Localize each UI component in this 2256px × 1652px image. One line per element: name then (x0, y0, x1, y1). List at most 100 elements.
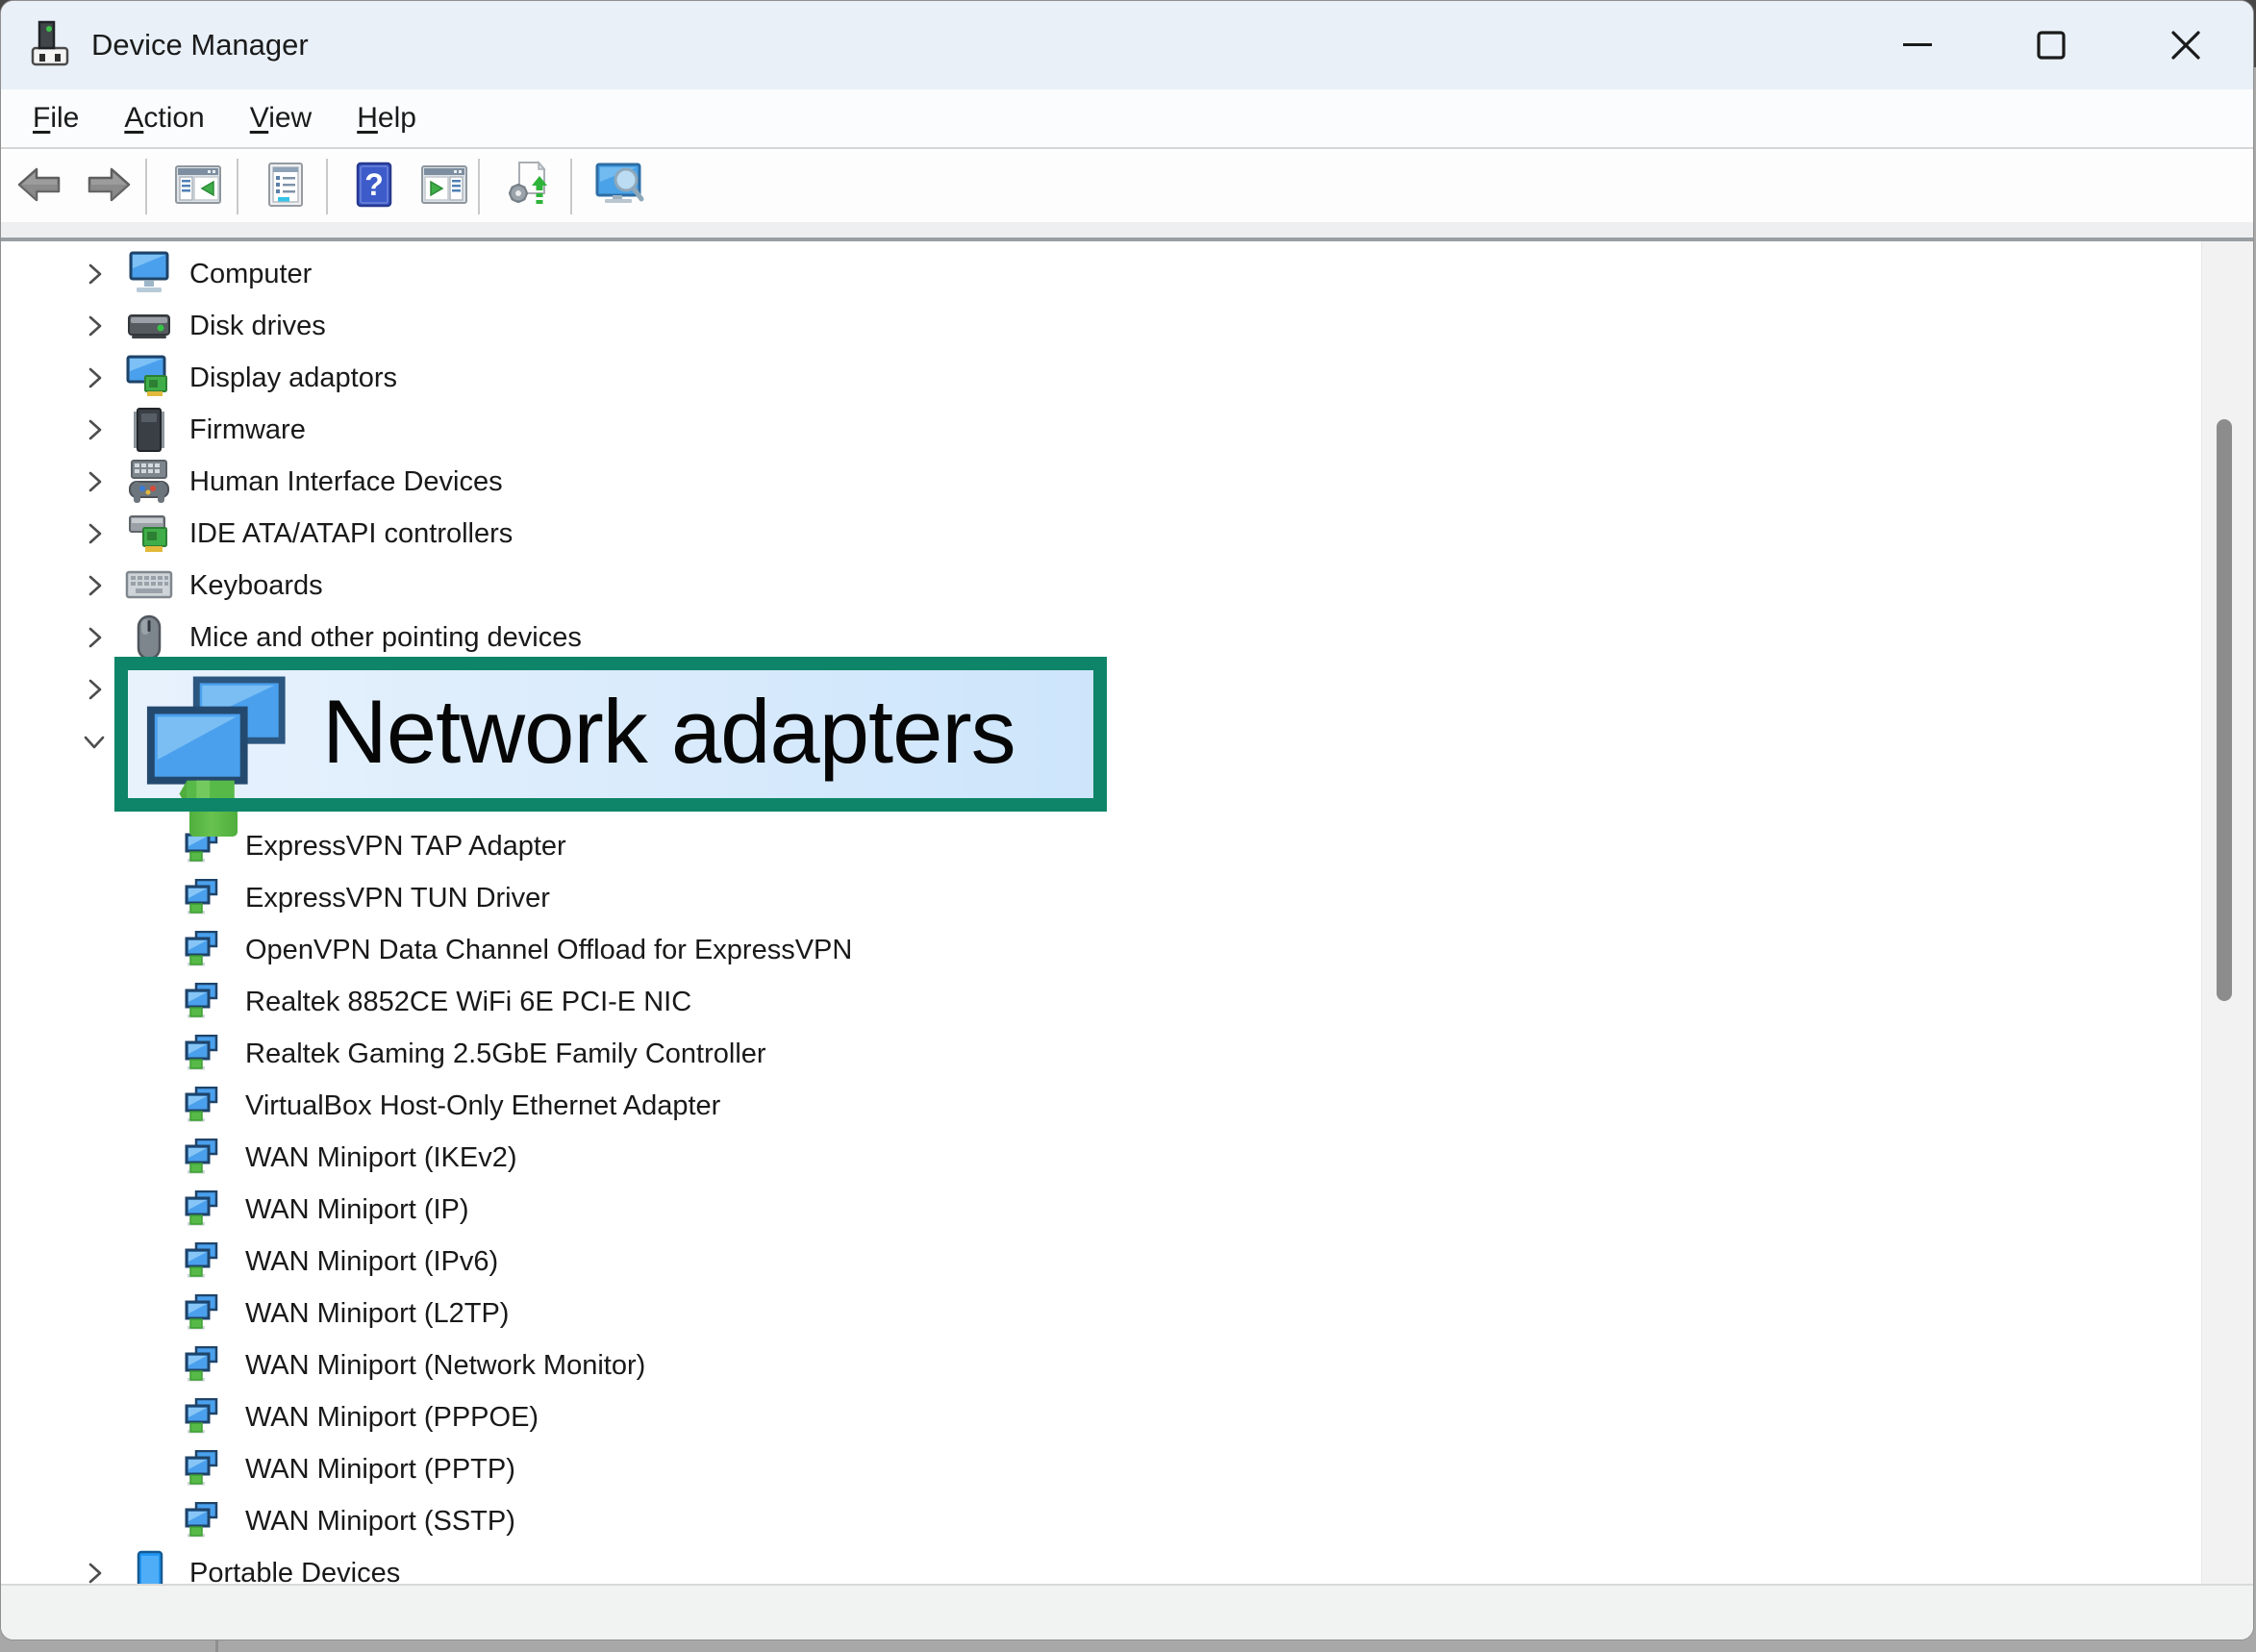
scan-hardware-icon (595, 163, 645, 212)
chevron-right-icon[interactable] (82, 521, 107, 546)
chevron-down-icon[interactable] (82, 729, 107, 754)
scrollbar-thumb[interactable] (2217, 419, 2232, 1001)
network-adapters-icon-overflow (189, 812, 238, 837)
chevron-right-icon[interactable] (82, 262, 107, 287)
tree-item-label: ExpressVPN TAP Adapter (245, 820, 566, 872)
mouse-icon (124, 614, 174, 661)
network-adapters-icon (141, 674, 293, 812)
tree-item-wan-miniport-ikev2[interactable]: WAN Miniport (IKEv2) (1, 1132, 2203, 1184)
chevron-right-icon[interactable] (82, 677, 107, 702)
maximize-button[interactable] (2015, 9, 2088, 82)
tree-item-label: Display adaptors (189, 352, 397, 404)
network-adapter-icon (184, 1139, 218, 1177)
computer-icon (124, 251, 174, 297)
properties-button[interactable] (263, 151, 308, 222)
toolbar-separator (237, 159, 238, 214)
chevron-right-icon[interactable] (82, 625, 107, 650)
chevron-right-icon[interactable] (82, 469, 107, 494)
chevron-right-icon[interactable] (82, 573, 107, 598)
tree-item-wan-miniport-ip[interactable]: WAN Miniport (IP) (1, 1184, 2203, 1236)
tree-item-virtualbox-host-only-ethernet-adapter[interactable]: VirtualBox Host-Only Ethernet Adapter (1, 1080, 2203, 1132)
chevron-right-icon[interactable] (82, 1561, 107, 1584)
back-button[interactable] (16, 151, 63, 222)
tree-item-portable-devices[interactable]: Portable Devices (1, 1547, 2203, 1584)
tree-item-label: IDE ATA/ATAPI controllers (189, 508, 513, 560)
network-adapter-icon (184, 1035, 218, 1073)
help-icon: ? (356, 162, 392, 213)
menu-help[interactable]: Help (357, 88, 416, 148)
minimize-button[interactable] (1881, 9, 1954, 82)
forward-button[interactable] (86, 151, 132, 222)
tree-item-display-adaptors[interactable]: Display adaptors (1, 352, 2203, 404)
ide-controller-icon (124, 511, 174, 557)
network-adapter-icon (184, 1087, 218, 1125)
tree-item-label: OpenVPN Data Channel Offload for Express… (245, 924, 852, 976)
toolbar-lower-band (1, 222, 2253, 238)
firmware-icon (124, 407, 174, 453)
tree-item-label: WAN Miniport (Network Monitor) (245, 1339, 645, 1391)
toolbar: ? (1, 151, 2253, 222)
tree-item-realtek-gaming-2-5gbe-family-controller[interactable]: Realtek Gaming 2.5GbE Family Controller (1, 1028, 2203, 1080)
tree-item-label: WAN Miniport (IP) (245, 1184, 469, 1236)
tree-item-label: Realtek 8852CE WiFi 6E PCI-E NIC (245, 976, 691, 1028)
scan-hardware-changes-button[interactable] (595, 151, 645, 222)
tree-item-computer[interactable]: Computer (1, 248, 2203, 300)
tree-item-label: WAN Miniport (IPv6) (245, 1236, 498, 1288)
disk-drive-icon (124, 303, 174, 349)
menu-file[interactable]: File (33, 88, 79, 148)
tree-item-label: WAN Miniport (L2TP) (245, 1288, 509, 1339)
vertical-scrollbar[interactable] (2201, 241, 2254, 1584)
tree-item-label: Computer (189, 248, 312, 300)
chevron-right-icon[interactable] (82, 417, 107, 442)
tree-item-keyboards[interactable]: Keyboards (1, 560, 2203, 612)
menu-action[interactable]: Action (124, 88, 204, 148)
show-console-tree-button[interactable] (174, 151, 222, 222)
network-adapter-icon (184, 1346, 218, 1385)
help-button[interactable]: ? (356, 151, 392, 222)
menu-bar: File Action View Help (1, 89, 2253, 149)
update-driver-button[interactable] (502, 151, 552, 222)
maximize-icon (2029, 23, 2073, 67)
tree-item-wan-miniport-pppoe[interactable]: WAN Miniport (PPPOE) (1, 1391, 2203, 1443)
chevron-right-icon[interactable] (82, 313, 107, 338)
tree-item-label: Firmware (189, 404, 306, 456)
tree-item-label: Disk drives (189, 300, 326, 352)
chevron-right-icon[interactable] (82, 365, 107, 390)
tree-item-openvpn-data-channel-offload-for-expressvpn[interactable]: OpenVPN Data Channel Offload for Express… (1, 924, 2203, 976)
network-adapter-icon (184, 879, 218, 917)
tree-item-ide-ata-atapi-controllers[interactable]: IDE ATA/ATAPI controllers (1, 508, 2203, 560)
tree-item-wan-miniport-pptp[interactable]: WAN Miniport (PPTP) (1, 1443, 2203, 1495)
network-adapters-highlight[interactable]: Network adapters (114, 657, 1107, 812)
tree-item-mice-and-other-pointing-devices[interactable]: Mice and other pointing devices (1, 612, 2203, 663)
network-adapter-icon (184, 1450, 218, 1489)
tree-item-label: WAN Miniport (SSTP) (245, 1495, 515, 1547)
svg-text:?: ? (364, 167, 384, 202)
tree-item-expressvpn-tap-adapter[interactable]: ExpressVPN TAP Adapter (1, 820, 2203, 872)
tree-item-firmware[interactable]: Firmware (1, 404, 2203, 456)
tree-item-expressvpn-tun-driver[interactable]: ExpressVPN TUN Driver (1, 872, 2203, 924)
show-action-pane-button[interactable] (420, 151, 468, 222)
hid-icon (124, 459, 174, 505)
tree-item-label: ExpressVPN TUN Driver (245, 872, 550, 924)
window-title: Device Manager (91, 1, 309, 89)
tree-item-wan-miniport-sstp[interactable]: WAN Miniport (SSTP) (1, 1495, 2203, 1547)
taskbar-seam (215, 1640, 218, 1652)
tree-item-realtek-8852ce-wifi-6e-pci-e-nic[interactable]: Realtek 8852CE WiFi 6E PCI-E NIC (1, 976, 2203, 1028)
device-manager-app-icon (28, 16, 72, 74)
status-bar (1, 1584, 2253, 1639)
tree-item-label: WAN Miniport (PPTP) (245, 1443, 515, 1495)
tree-item-disk-drives[interactable]: Disk drives (1, 300, 2203, 352)
tree-item-label: Keyboards (189, 560, 323, 612)
close-button[interactable] (2149, 9, 2222, 82)
tree-item-wan-miniport-network-monitor[interactable]: WAN Miniport (Network Monitor) (1, 1339, 2203, 1391)
menu-view[interactable]: View (250, 88, 312, 148)
tree-item-wan-miniport-ipv6[interactable]: WAN Miniport (IPv6) (1, 1236, 2203, 1288)
network-adapter-icon (184, 983, 218, 1021)
screen: Device Manager File Action View Help ? Comp… (0, 0, 2256, 1652)
tree-item-wan-miniport-l2tp[interactable]: WAN Miniport (L2TP) (1, 1288, 2203, 1339)
console-tree-icon (174, 163, 222, 212)
network-adapter-icon (184, 1398, 218, 1437)
tree-item-human-interface-devices[interactable]: Human Interface Devices (1, 456, 2203, 508)
tree-item-label: WAN Miniport (PPPOE) (245, 1391, 539, 1443)
network-adapter-icon (184, 1190, 218, 1229)
